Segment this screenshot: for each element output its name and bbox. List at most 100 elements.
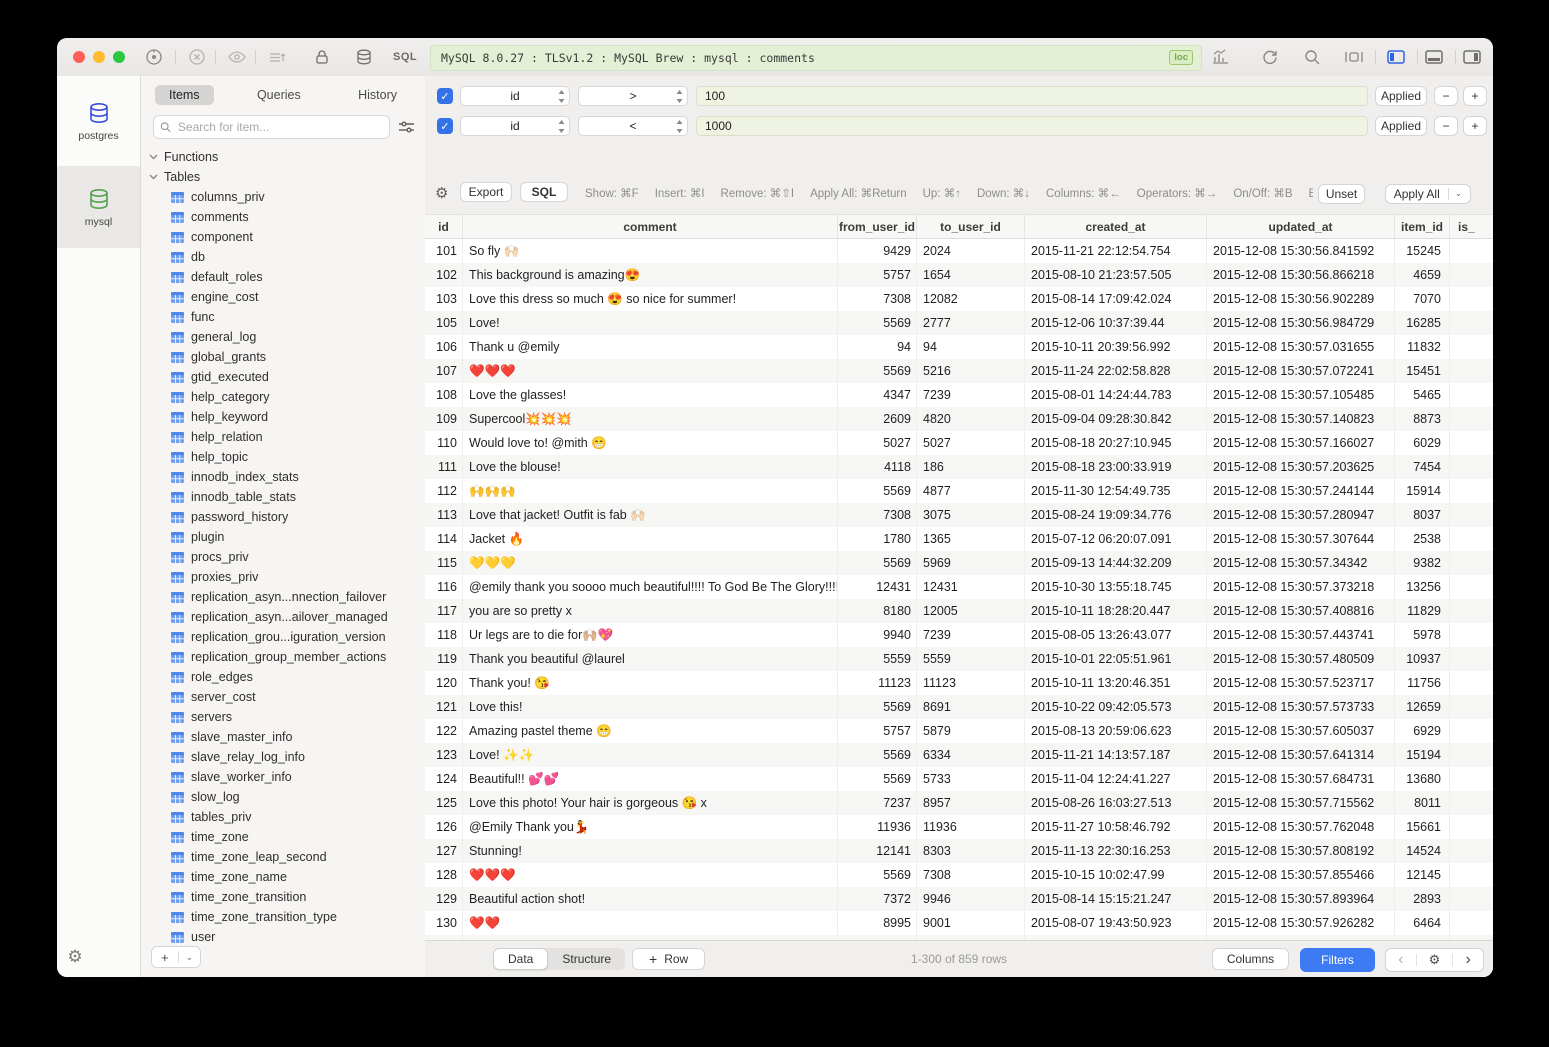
table-row[interactable]: 106Thank u @emily94942015-10-11 20:39:56… [425, 335, 1493, 359]
table-row[interactable]: 108Love the glasses!434772392015-08-01 1… [425, 383, 1493, 407]
sidebar-table-item[interactable]: replication_group_member_actions [141, 647, 425, 667]
lock-icon[interactable] [311, 47, 333, 67]
export-button[interactable]: Export [460, 182, 512, 202]
sidebar-table-item[interactable]: procs_priv [141, 547, 425, 567]
sidebar-table-item[interactable]: help_relation [141, 427, 425, 447]
add-item-button[interactable]: + [152, 947, 178, 967]
table-row[interactable]: 112🙌🙌🙌556948772015-11-30 12:54:49.735201… [425, 479, 1493, 503]
sidebar-table-item[interactable]: time_zone_name [141, 867, 425, 887]
zoom-window-button[interactable] [113, 51, 125, 63]
tab-items[interactable]: Items [155, 85, 214, 105]
prev-page-icon[interactable]: ‹ [1398, 951, 1403, 969]
table-row[interactable]: 121Love this!556986912015-10-22 09:42:05… [425, 695, 1493, 719]
filter-options-icon[interactable] [398, 120, 415, 134]
column-header-to_user_id[interactable]: to_user_id [917, 215, 1025, 238]
column-header-from_user_id[interactable]: from_user_id [838, 215, 917, 238]
sidebar-table-item[interactable]: replication_asyn...ailover_managed [141, 607, 425, 627]
add-item-split-button[interactable]: + ⌄ [151, 946, 201, 968]
settings-gear-icon[interactable]: ⚙ [57, 945, 93, 969]
tab-history[interactable]: History [344, 85, 411, 105]
tree-section-tables[interactable]: Tables [141, 167, 425, 187]
filter-column-select[interactable]: id [460, 86, 570, 106]
table-row[interactable]: 129Beautiful action shot!737299462015-08… [425, 887, 1493, 911]
filters-button[interactable]: Filters [1300, 948, 1375, 972]
table-row[interactable]: 110Would love to! @mith 😁502750272015-08… [425, 431, 1493, 455]
sidebar-table-item[interactable]: help_topic [141, 447, 425, 467]
filter-settings-gear-icon[interactable]: ⚙ [435, 184, 448, 202]
table-row[interactable]: 117you are so pretty x8180120052015-10-1… [425, 599, 1493, 623]
column-header-item_id[interactable]: item_id [1395, 215, 1450, 238]
sidebar-table-item[interactable]: slow_log [141, 787, 425, 807]
sidebar-table-item[interactable]: password_history [141, 507, 425, 527]
item-search-box[interactable] [153, 115, 390, 139]
sidebar-table-item[interactable]: user [141, 927, 425, 943]
sidebar-table-item[interactable]: tables_priv [141, 807, 425, 827]
search-icon[interactable] [1301, 47, 1323, 67]
sidebar-table-item[interactable]: help_keyword [141, 407, 425, 427]
table-row[interactable]: 118Ur legs are to die for🙌🏼💖994072392015… [425, 623, 1493, 647]
table-row[interactable]: 102This background is amazing😍5757165420… [425, 263, 1493, 287]
sql-editor-icon[interactable]: SQL [393, 51, 417, 63]
sidebar-table-item[interactable]: replication_grou...iguration_version [141, 627, 425, 647]
filter-operator-select[interactable]: < [578, 116, 688, 136]
columns-button[interactable]: Columns [1212, 948, 1289, 970]
sidebar-table-item[interactable]: time_zone [141, 827, 425, 847]
filter-checkbox[interactable]: ✓ [437, 118, 453, 134]
sidebar-table-item[interactable]: innodb_index_stats [141, 467, 425, 487]
sidebar-table-item[interactable]: default_roles [141, 267, 425, 287]
table-row[interactable]: 109Supercool💥💥💥260948202015-09-04 09:28:… [425, 407, 1493, 431]
sidebar-table-item[interactable]: role_edges [141, 667, 425, 687]
table-row[interactable]: 105Love!556927772015-12-06 10:37:39.4420… [425, 311, 1493, 335]
next-page-icon[interactable]: › [1466, 951, 1471, 969]
tree-section-functions[interactable]: Functions [141, 147, 425, 167]
panel-right-icon[interactable] [1461, 47, 1483, 67]
fit-width-icon[interactable] [1343, 47, 1365, 67]
add-filter-button[interactable]: + [1463, 116, 1487, 136]
table-row[interactable]: 125Love this photo! Your hair is gorgeou… [425, 791, 1493, 815]
eye-icon[interactable] [226, 47, 248, 67]
table-row[interactable]: 116@emily thank you soooo much beautiful… [425, 575, 1493, 599]
table-row[interactable]: 124Beautiful!! 💕💕556957332015-11-04 12:2… [425, 767, 1493, 791]
sidebar-table-item[interactable]: plugin [141, 527, 425, 547]
sidebar-table-item[interactable]: gtid_executed [141, 367, 425, 387]
table-row[interactable]: 128❤️❤️❤️556973082015-10-15 10:02:47.992… [425, 863, 1493, 887]
table-row[interactable]: 120Thank you! 😘11123111232015-10-11 13:2… [425, 671, 1493, 695]
sidebar-table-item[interactable]: time_zone_leap_second [141, 847, 425, 867]
filter-applied-button[interactable]: Applied [1375, 116, 1427, 136]
sidebar-table-item[interactable]: proxies_priv [141, 567, 425, 587]
page-settings-gear-icon[interactable]: ⚙ [1429, 952, 1441, 968]
filter-value-input[interactable] [696, 86, 1368, 106]
minimize-window-button[interactable] [93, 51, 105, 63]
table-row[interactable]: 126@Emily Thank you💃11936119362015-11-27… [425, 815, 1493, 839]
column-header-id[interactable]: id [425, 215, 463, 238]
panel-left-icon[interactable] [1385, 47, 1407, 67]
cancel-icon[interactable] [186, 47, 208, 67]
filter-applied-button[interactable]: Applied [1375, 86, 1427, 106]
column-header-is_[interactable]: is_ [1450, 215, 1493, 238]
column-header-updated_at[interactable]: updated_at [1207, 215, 1395, 238]
sidebar-table-item[interactable]: comments [141, 207, 425, 227]
import-list-icon[interactable] [266, 47, 288, 67]
filter-value-input[interactable] [696, 116, 1368, 136]
apply-all-button[interactable]: Apply All ⌄ [1385, 184, 1471, 204]
table-row[interactable]: 119Thank you beautiful @laurel5559555920… [425, 647, 1493, 671]
filter-column-select[interactable]: id [460, 116, 570, 136]
filter-operator-select[interactable]: > [578, 86, 688, 106]
search-input[interactable] [176, 119, 383, 135]
filter-checkbox[interactable]: ✓ [437, 88, 453, 104]
column-header-comment[interactable]: comment [463, 215, 838, 238]
sidebar-table-item[interactable]: global_grants [141, 347, 425, 367]
table-row[interactable]: 130❤️❤️899590012015-08-07 19:43:50.92320… [425, 911, 1493, 935]
sidebar-table-item[interactable]: time_zone_transition_type [141, 907, 425, 927]
unset-button[interactable]: Unset [1318, 184, 1365, 204]
refresh-icon[interactable] [1259, 47, 1281, 67]
table-row[interactable]: 111Love the blouse!41181862015-08-18 23:… [425, 455, 1493, 479]
table-row[interactable]: 122Amazing pastel theme 😁575758792015-08… [425, 719, 1493, 743]
sidebar-table-item[interactable]: servers [141, 707, 425, 727]
sidebar-table-item[interactable]: general_log [141, 327, 425, 347]
compass-icon[interactable] [143, 47, 165, 67]
table-row[interactable]: 101So fly 🙌🏻942920242015-11-21 22:12:54.… [425, 239, 1493, 263]
sidebar-table-item[interactable]: slave_master_info [141, 727, 425, 747]
table-row[interactable]: 103Love this dress so much 😍 so nice for… [425, 287, 1493, 311]
sidebar-table-item[interactable]: innodb_table_stats [141, 487, 425, 507]
